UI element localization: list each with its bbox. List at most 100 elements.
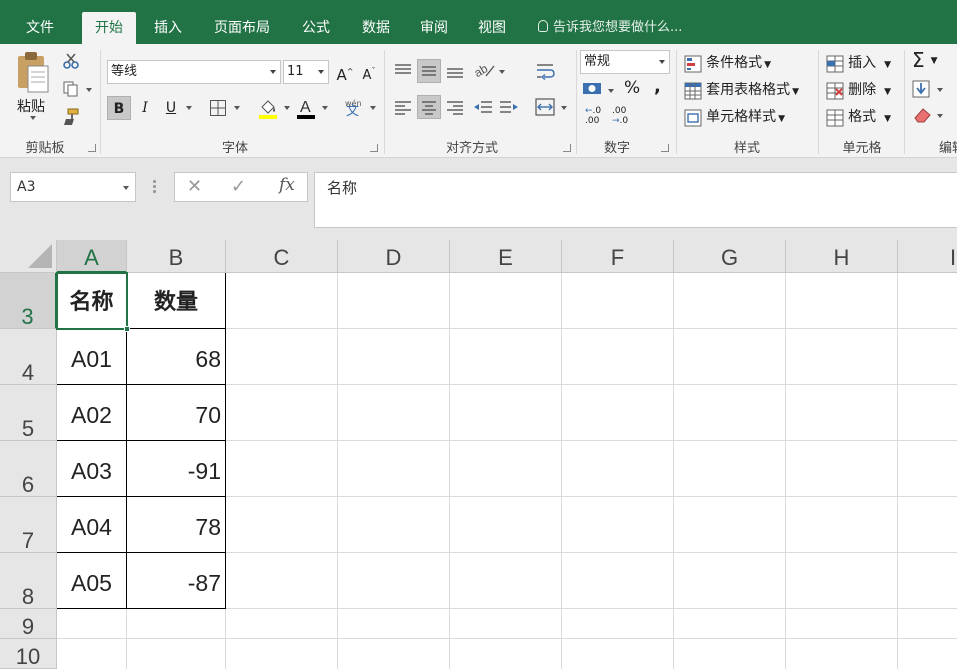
cell-b6[interactable]: -91	[127, 442, 225, 497]
column-header-a[interactable]: A	[57, 240, 127, 273]
tab-data[interactable]: 数据	[350, 12, 402, 44]
cell-b4[interactable]: 68	[127, 330, 225, 385]
tab-page-layout[interactable]: 页面布局	[204, 12, 280, 44]
tab-view[interactable]: 视图	[466, 12, 518, 44]
wrap-text-icon[interactable]	[534, 60, 556, 82]
row-header-4[interactable]: 4	[0, 329, 57, 385]
tell-me-search[interactable]: 告诉我您想要做什么...	[538, 12, 682, 44]
number-dialog-launcher[interactable]	[661, 144, 669, 152]
formula-input[interactable]: 名称	[314, 172, 957, 228]
tab-review[interactable]: 审阅	[408, 12, 460, 44]
column-header-h[interactable]: H	[786, 240, 898, 273]
copy-button[interactable]	[62, 80, 92, 102]
name-box[interactable]: A3	[10, 172, 136, 202]
cell-a4[interactable]: A01	[57, 330, 126, 385]
row-header-10[interactable]: 10	[0, 639, 57, 669]
column-header-b[interactable]: B	[127, 240, 226, 273]
merge-center-icon[interactable]	[534, 96, 556, 118]
cell-a6[interactable]: A03	[57, 442, 126, 497]
cell-a5[interactable]: A02	[57, 386, 126, 441]
decrease-indent-icon[interactable]	[472, 96, 494, 118]
decrease-font-size-button[interactable]: Aˇ	[357, 60, 381, 84]
column-header-d[interactable]: D	[338, 240, 450, 273]
percent-style-button[interactable]: %	[624, 78, 640, 98]
chevron-down-icon[interactable]	[370, 106, 376, 110]
accounting-format-icon[interactable]	[582, 80, 604, 98]
phonetic-guide-button[interactable]: wén 文	[342, 96, 366, 120]
tab-file[interactable]: 文件	[14, 12, 66, 44]
underline-button[interactable]: U	[159, 96, 183, 120]
paste-button[interactable]: 粘贴	[14, 50, 54, 120]
tab-insert[interactable]: 插入	[142, 12, 194, 44]
orientation-icon[interactable]: ab	[472, 58, 498, 82]
align-bottom-icon[interactable]	[444, 60, 466, 82]
cell-a8[interactable]: A05	[57, 554, 126, 609]
increase-indent-icon[interactable]	[498, 96, 520, 118]
format-cells-button[interactable]: 格式 ▼	[826, 106, 891, 127]
fill-down-icon[interactable]	[912, 80, 932, 98]
chevron-down-icon[interactable]	[937, 88, 943, 92]
clear-icon[interactable]	[912, 106, 934, 124]
italic-button[interactable]: I	[133, 96, 157, 120]
cut-button[interactable]	[62, 52, 80, 74]
cell-a7[interactable]: A04	[57, 498, 126, 553]
tab-home[interactable]: 开始	[82, 12, 136, 44]
conditional-formatting-button[interactable]: 条件格式 ▼	[684, 52, 771, 73]
align-right-icon[interactable]	[444, 96, 466, 118]
column-header-e[interactable]: E	[450, 240, 562, 273]
increase-decimal-button[interactable]: ←.0.00	[585, 106, 607, 128]
chevron-down-icon[interactable]	[561, 106, 567, 110]
cell-styles-button[interactable]: 单元格样式 ▼	[684, 106, 785, 127]
chevron-down-icon[interactable]	[186, 106, 192, 110]
alignment-dialog-launcher[interactable]	[563, 144, 571, 152]
autosum-button[interactable]: Σ ▼	[912, 48, 938, 72]
chevron-down-icon[interactable]	[234, 106, 240, 110]
cell-b7[interactable]: 78	[127, 498, 225, 553]
insert-function-icon[interactable]: fx	[279, 175, 295, 195]
chevron-down-icon[interactable]	[499, 70, 505, 74]
delete-cells-button[interactable]: 删除 ▼	[826, 79, 891, 100]
format-as-table-button[interactable]: 套用表格格式 ▼	[684, 79, 799, 100]
number-format-select[interactable]: 常规	[580, 50, 670, 74]
splitter-handle[interactable]	[153, 180, 156, 194]
row-header-3[interactable]: 3	[0, 273, 57, 329]
format-painter-button[interactable]	[62, 108, 80, 130]
chevron-down-icon[interactable]	[322, 106, 328, 110]
chevron-down-icon[interactable]	[937, 114, 943, 118]
align-center-button[interactable]	[417, 95, 441, 119]
tab-formulas[interactable]: 公式	[290, 12, 342, 44]
row-header-8[interactable]: 8	[0, 553, 57, 609]
row-header-9[interactable]: 9	[0, 609, 57, 639]
cell-b8[interactable]: -87	[127, 554, 225, 609]
increase-font-size-button[interactable]: A^	[333, 60, 357, 84]
bold-button[interactable]: B	[107, 96, 131, 120]
fill-handle[interactable]	[124, 326, 130, 332]
column-header-c[interactable]: C	[226, 240, 338, 273]
clipboard-dialog-launcher[interactable]	[88, 144, 96, 152]
column-header-g[interactable]: G	[674, 240, 786, 273]
row-header-6[interactable]: 6	[0, 441, 57, 497]
row-header-7[interactable]: 7	[0, 497, 57, 553]
cell-b3[interactable]: 数量	[127, 274, 225, 329]
enter-icon[interactable]: ✓	[231, 176, 246, 197]
column-header-f[interactable]: F	[562, 240, 674, 273]
decrease-decimal-button[interactable]: .00 →.0	[612, 106, 634, 128]
insert-cells-button[interactable]: 插入 ▼	[826, 52, 891, 73]
align-top-icon[interactable]	[392, 60, 414, 82]
row-header-5[interactable]: 5	[0, 385, 57, 441]
column-header-i[interactable]: I	[898, 240, 957, 273]
chevron-down-icon[interactable]	[284, 106, 290, 110]
cancel-icon[interactable]: ✕	[187, 176, 202, 197]
font-name-select[interactable]: 等线	[107, 60, 281, 84]
align-middle-button[interactable]	[417, 59, 441, 83]
font-dialog-launcher[interactable]	[370, 144, 378, 152]
font-color-button[interactable]: A	[294, 96, 318, 120]
select-all-button[interactable]	[0, 240, 57, 273]
comma-style-button[interactable]: ,	[654, 76, 661, 97]
font-size-select[interactable]: 11	[283, 60, 329, 84]
chevron-down-icon[interactable]	[608, 89, 614, 93]
cell-b5[interactable]: 70	[127, 386, 225, 441]
align-left-icon[interactable]	[392, 96, 414, 118]
fill-color-button[interactable]	[256, 96, 280, 120]
borders-button[interactable]	[206, 96, 230, 120]
